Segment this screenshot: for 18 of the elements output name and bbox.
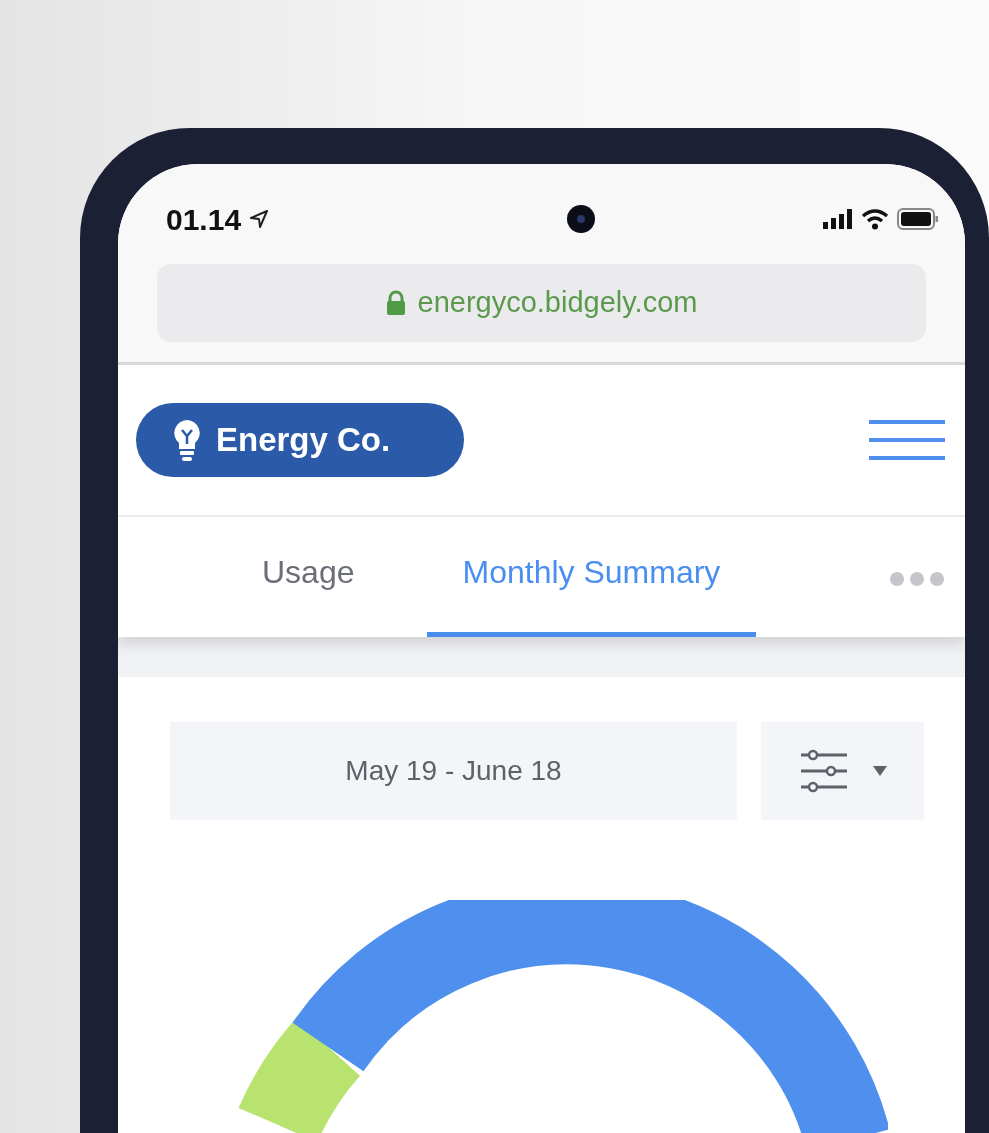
address-bar[interactable]: energyco.bidgely.com: [157, 264, 926, 342]
signal-icon: [823, 209, 853, 229]
url-text: energyco.bidgely.com: [417, 285, 698, 321]
battery-icon: [897, 208, 939, 230]
date-range-selector[interactable]: May 19 - June 18: [170, 722, 737, 820]
brand-logo[interactable]: Energy Co.: [136, 403, 464, 477]
sliders-icon: [798, 749, 849, 793]
more-icon[interactable]: [889, 571, 945, 587]
wifi-icon: [861, 208, 889, 230]
location-arrow-icon: [249, 209, 270, 229]
tab[interactable]: Usage: [226, 548, 391, 637]
lock-icon: [385, 290, 406, 316]
brand-name: Energy Co.: [216, 420, 391, 461]
status-time: 01.14: [166, 201, 242, 238]
caret-icon: [872, 766, 887, 776]
camera-icon: [566, 204, 597, 234]
filter-button[interactable]: [761, 722, 924, 820]
lightbulb-icon: [172, 418, 202, 462]
